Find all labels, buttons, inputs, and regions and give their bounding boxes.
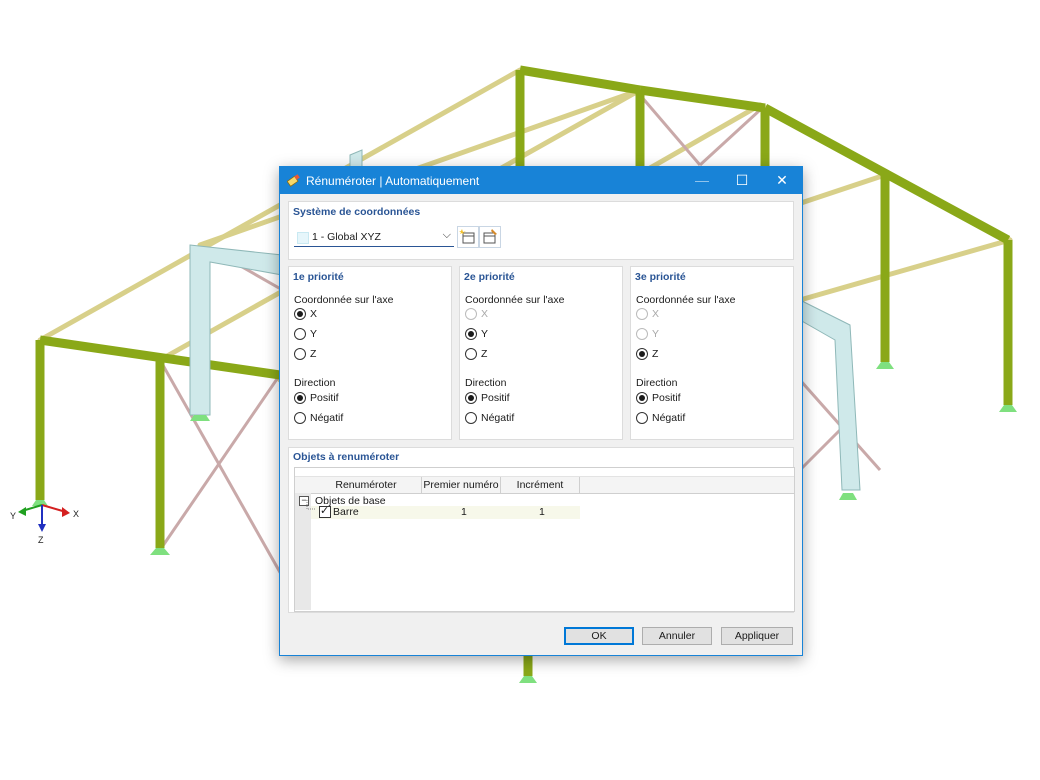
axis-coordinate-label: Coordonnée sur l'axe	[465, 294, 565, 306]
renumber-dialog: Rénuméroter | Automatiquement — ☐ ✕ Syst…	[279, 166, 803, 656]
objects-title: Objets à renuméroter	[293, 451, 400, 463]
axis-coordinate-label: Coordonnée sur l'axe	[636, 294, 736, 306]
radio-axis-y[interactable]: Y	[294, 327, 394, 341]
radio-negative[interactable]: Négatif	[465, 411, 565, 425]
column-header-renumber: Renuméroter	[335, 479, 397, 491]
radio-positive[interactable]: Positif	[636, 391, 736, 405]
axis-triad: X Y Z	[10, 504, 79, 545]
axis-z-label: Z	[38, 535, 44, 545]
new-coordinate-system-icon	[459, 229, 475, 244]
radio-axis-x: X	[636, 307, 736, 321]
new-coordinate-system-button[interactable]	[457, 226, 479, 248]
priority-panel-3: 3e priorité Coordonnée sur l'axe X Y Z D…	[630, 266, 794, 440]
first-number-cell[interactable]: 1	[461, 506, 467, 518]
item-label: Barre	[333, 506, 359, 518]
radio-negative[interactable]: Négatif	[294, 411, 394, 425]
minimize-button[interactable]: —	[682, 167, 722, 194]
priority-title: 1e priorité	[293, 271, 344, 283]
objects-panel: Objets à renuméroter Renuméroter Premier…	[288, 447, 795, 613]
radio-negative[interactable]: Négatif	[636, 411, 736, 425]
radio-axis-y[interactable]: Y	[465, 327, 565, 341]
window-title: Rénuméroter | Automatiquement	[306, 174, 480, 188]
coord-system-value: 1 - Global XYZ	[312, 231, 381, 243]
radio-positive[interactable]: Positif	[465, 391, 565, 405]
ok-button[interactable]: OK	[564, 627, 634, 645]
column-header-increment: Incrément	[516, 479, 564, 491]
direction-label: Direction	[636, 377, 678, 389]
radio-axis-z[interactable]: Z	[294, 347, 394, 361]
edit-coordinate-system-button[interactable]	[479, 226, 501, 248]
titlebar[interactable]: Rénuméroter | Automatiquement — ☐ ✕	[280, 167, 802, 194]
increment-cell[interactable]: 1	[539, 506, 545, 518]
direction-label: Direction	[465, 377, 507, 389]
axis-coordinate-label: Coordonnée sur l'axe	[294, 294, 394, 306]
table-row[interactable]: ✓ Barre 1 1	[306, 500, 580, 519]
chevron-down-icon: ⌵	[442, 229, 451, 241]
radio-axis-y: Y	[636, 327, 736, 341]
checkmark-icon: ✓	[320, 505, 330, 517]
renumber-icon	[287, 174, 300, 187]
priority-title: 3e priorité	[635, 271, 686, 283]
maximize-button[interactable]: ☐	[722, 167, 762, 194]
axis-x-label: X	[73, 509, 79, 519]
direction-label: Direction	[294, 377, 336, 389]
priority-panel-2: 2e priorité Coordonnée sur l'axe X Y Z D…	[459, 266, 623, 440]
objects-table: Renuméroter Premier numéro Incrément − O…	[294, 467, 795, 612]
cancel-button[interactable]: Annuler	[642, 627, 712, 645]
column-header-first-number: Premier numéro	[423, 479, 499, 491]
table-header: Renuméroter Premier numéro Incrément	[295, 476, 794, 494]
coord-system-title: Système de coordonnées	[293, 206, 421, 218]
coord-system-panel: Système de coordonnées 1 - Global XYZ ⌵	[288, 201, 794, 260]
radio-positive[interactable]: Positif	[294, 391, 394, 405]
edit-coordinate-system-icon	[483, 229, 497, 244]
priority-panel-1: 1e priorité Coordonnée sur l'axe X Y Z D…	[288, 266, 452, 440]
close-button[interactable]: ✕	[762, 167, 802, 194]
coord-system-swatch	[297, 232, 309, 244]
radio-axis-z[interactable]: Z	[465, 347, 565, 361]
barre-checkbox[interactable]: ✓	[319, 505, 331, 518]
axis-y-label: Y	[10, 511, 16, 521]
radio-axis-x: X	[465, 307, 565, 321]
priority-title: 2e priorité	[464, 271, 515, 283]
radio-axis-z[interactable]: Z	[636, 347, 736, 361]
apply-button[interactable]: Appliquer	[721, 627, 793, 645]
radio-axis-x[interactable]: X	[294, 307, 394, 321]
coord-system-select[interactable]: 1 - Global XYZ ⌵	[294, 228, 454, 247]
